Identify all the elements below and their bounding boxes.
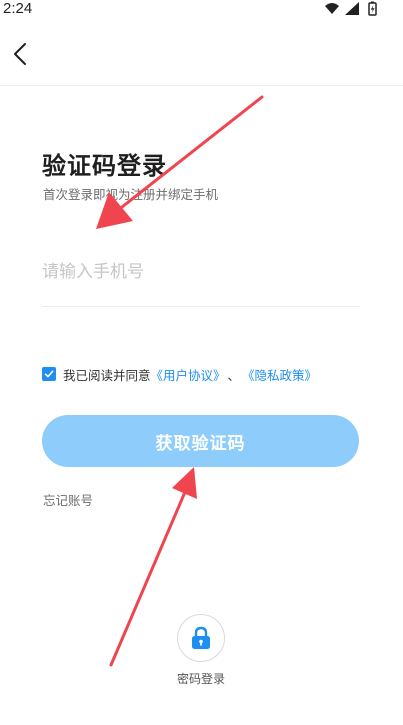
input-underline bbox=[42, 306, 360, 307]
privacy-policy-link[interactable]: 《隐私政策》 bbox=[242, 365, 317, 384]
password-login-label: 密码登录 bbox=[176, 672, 225, 686]
agreement-checkbox[interactable] bbox=[42, 367, 56, 381]
password-login-button[interactable]: 密码登录 bbox=[162, 614, 240, 690]
signal-icon bbox=[345, 2, 359, 15]
top-bar bbox=[0, 18, 403, 86]
battery-icon bbox=[368, 1, 377, 16]
page-subtitle: 首次登录即视为注册并绑定手机 bbox=[43, 187, 219, 202]
phone-input[interactable] bbox=[42, 255, 360, 289]
check-icon bbox=[44, 370, 54, 378]
chevron-left-icon bbox=[14, 43, 26, 65]
forgot-account-link[interactable]: 忘记账号 bbox=[43, 490, 93, 509]
status-time: 2:24 bbox=[3, 0, 33, 17]
status-bar: 2:24 bbox=[0, 0, 403, 18]
back-button[interactable] bbox=[2, 36, 38, 72]
page-title: 验证码登录 bbox=[42, 152, 167, 180]
lock-icon bbox=[192, 626, 210, 649]
user-agreement-link[interactable]: 《用户协议》 bbox=[151, 365, 226, 384]
wifi-icon bbox=[325, 3, 339, 14]
get-code-button[interactable]: 获取验证码 bbox=[42, 415, 359, 467]
status-icons bbox=[323, 1, 381, 17]
agreement-text: 我已阅读并同意 bbox=[63, 367, 151, 383]
agreement-row: 我已阅读并同意 《用户协议》 、 《隐私政策》 bbox=[42, 365, 317, 383]
agreement-separator: 、 bbox=[227, 367, 241, 383]
lock-circle bbox=[177, 614, 225, 662]
